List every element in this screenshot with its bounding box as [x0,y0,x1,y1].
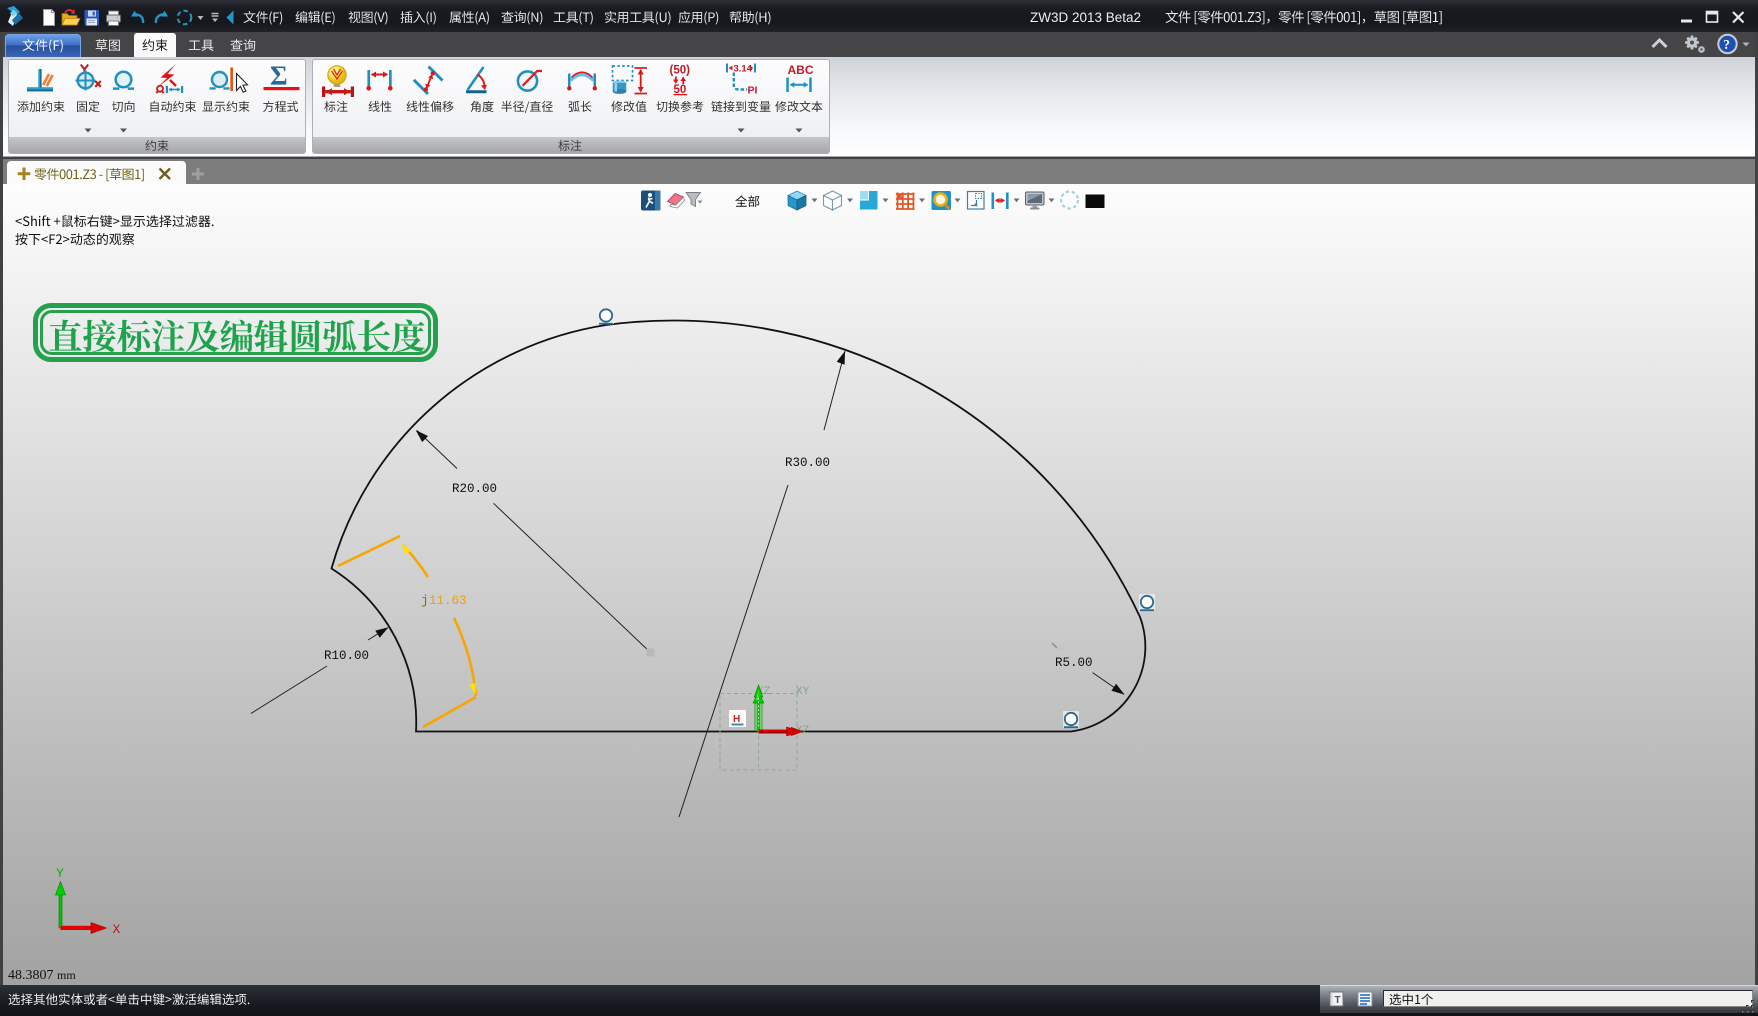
svg-text:?: ? [1723,37,1730,52]
svg-text:T: T [1335,995,1341,1006]
svg-text:XY: XY [796,686,810,698]
svg-text:R5.00: R5.00 [1055,656,1093,670]
svg-text:H: H [733,714,740,725]
svg-text:R20.00: R20.00 [452,482,497,496]
svg-text:PI: PI [748,85,758,97]
svg-text:X: X [113,922,121,937]
svg-text:Σ: Σ [270,61,288,91]
svg-text:(50): (50) [670,65,691,77]
svg-text:j: j [421,594,429,608]
svg-text:48.3807 mm: 48.3807 mm [8,968,76,983]
svg-text:Y: Y [56,866,64,881]
svg-text:ABC: ABC [788,63,814,77]
svg-text:ZW3D 2013 Beta2: ZW3D 2013 Beta2 [1030,10,1141,25]
svg-text:R10.00: R10.00 [324,649,369,663]
svg-text:11.63: 11.63 [429,594,467,608]
svg-text:R30.00: R30.00 [785,456,830,470]
